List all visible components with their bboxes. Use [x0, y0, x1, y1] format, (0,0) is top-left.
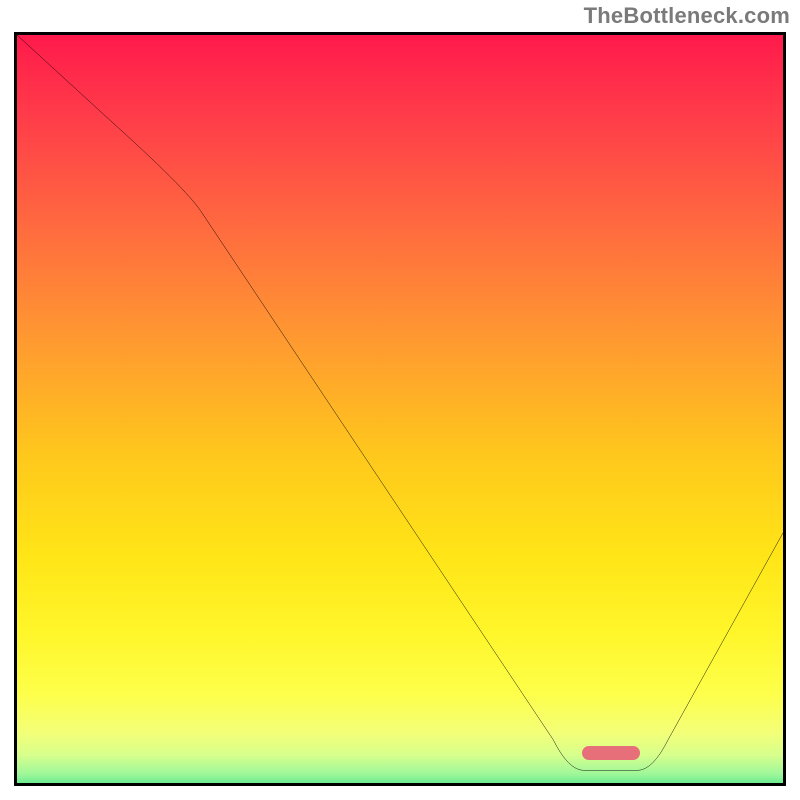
optimal-marker	[582, 746, 640, 760]
plot-frame	[14, 32, 786, 786]
bottleneck-curve	[17, 35, 783, 786]
attribution-text: TheBottleneck.com	[584, 3, 790, 29]
chart-container: TheBottleneck.com	[0, 0, 800, 800]
